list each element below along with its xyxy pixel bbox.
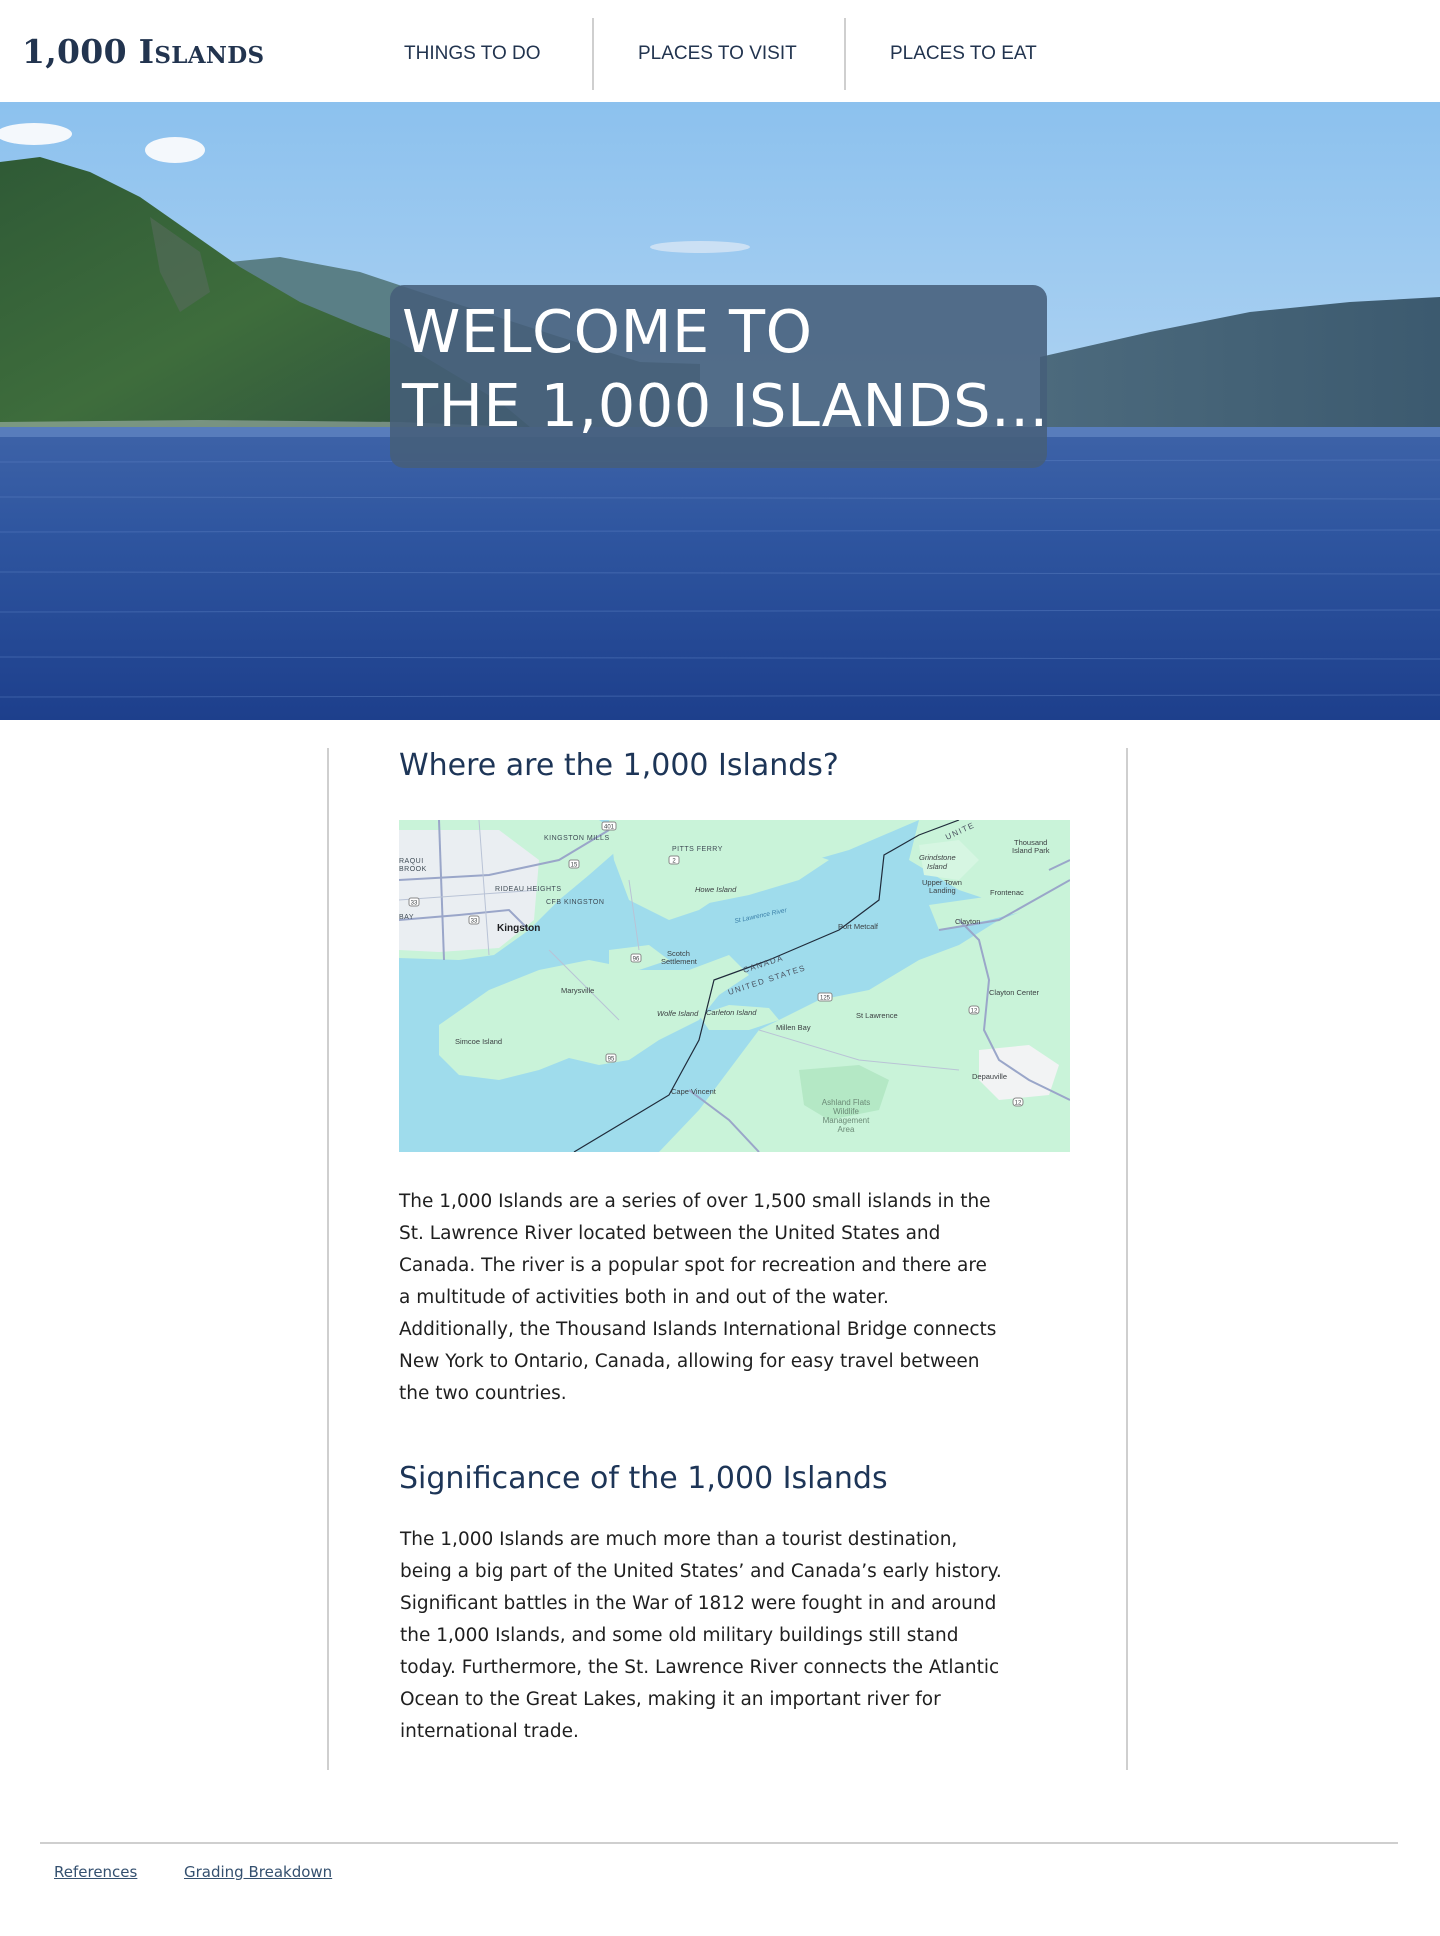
hero-welcome-box: WELCOME TO THE 1,000 ISLANDS... (390, 285, 1049, 468)
nav-places-to-eat[interactable]: PLACES TO EAT (890, 18, 1037, 90)
nav-places-to-visit[interactable]: PLACES TO VISIT (638, 18, 797, 90)
map-shield-33a: 33 (411, 901, 418, 907)
map-label-bay: BAY (399, 914, 414, 921)
hero-title-line-1: WELCOME TO (402, 297, 813, 366)
map-label-frontenac: Frontenac (990, 888, 1024, 897)
map-label-cape-vincent: Cape Vincent (671, 1087, 717, 1096)
nav-divider (844, 18, 846, 90)
map-label-pitts-ferry: PITTS FERRY (672, 846, 723, 853)
map-label-island-park: Island Park (1012, 846, 1050, 855)
map-label-upper-town-landing: Landing (929, 886, 956, 895)
map-label-rideau-heights: RIDEAU HEIGHTS (495, 886, 562, 893)
map-label-st-lawrence: St Lawrence (856, 1011, 898, 1020)
footer-link-references[interactable]: References (54, 1863, 137, 1881)
section-body-where: The 1,000 Islands are a series of over 1… (399, 1191, 997, 1404)
site-header: 1,000 Islands THINGS TO DO PLACES TO VIS… (0, 0, 1440, 102)
section-body-significance: The 1,000 Islands are much more than a t… (400, 1529, 1002, 1742)
map-label-carleton-island: Carleton Island (706, 1008, 757, 1017)
footer-link-grading-breakdown[interactable]: Grading Breakdown (184, 1863, 332, 1881)
map-shield-96: 96 (633, 957, 640, 963)
nav-divider (592, 18, 594, 90)
map-label-clayton: Clayton (955, 917, 980, 926)
location-map[interactable]: KINGSTON MILLS PITTS FERRY RAQUI BROOK R… (399, 820, 1070, 1152)
map-label-port-metcalf: Port Metcalf (838, 922, 879, 931)
map-label-grindstone: Grindstone (919, 853, 956, 862)
map-label-simcoe-island: Simcoe Island (455, 1037, 502, 1046)
nav-things-to-do[interactable]: THINGS TO DO (404, 18, 541, 90)
logo-number: 1,000 (22, 32, 139, 71)
map-label-area: Area (838, 1125, 855, 1134)
map-label-raqui: RAQUI (399, 858, 424, 865)
map-label-brook: BROOK (399, 866, 427, 873)
map-label-grindstone-island: Island (927, 862, 948, 871)
map-image: KINGSTON MILLS PITTS FERRY RAQUI BROOK R… (399, 820, 1070, 1152)
map-shield-33b: 33 (471, 919, 478, 925)
map-label-clayton-center: Clayton Center (989, 988, 1040, 997)
map-label-wildlife: Wildlife (833, 1107, 859, 1116)
map-label-millen-bay: Millen Bay (776, 1023, 811, 1032)
site-logo[interactable]: 1,000 Islands (22, 32, 264, 71)
footer-divider (40, 1842, 1398, 1844)
hero-banner: WELCOME TO THE 1,000 ISLANDS... (0, 102, 1440, 720)
map-shield-15: 15 (571, 863, 578, 869)
map-shield-95: 95 (608, 1057, 615, 1063)
section-title-significance: Significance of the 1,000 Islands (399, 1461, 888, 1496)
map-shield-12b: 12 (1015, 1101, 1022, 1107)
map-shield-12a: 12 (971, 1009, 978, 1015)
map-label-management: Management (823, 1116, 870, 1125)
map-label-settlement: Settlement (661, 957, 698, 966)
map-shield-125: 125 (820, 996, 831, 1002)
map-label-kingston: Kingston (497, 923, 540, 934)
section-title-where: Where are the 1,000 Islands? (399, 748, 839, 783)
map-label-depauville: Depauville (972, 1072, 1007, 1081)
hero-title-line-2: THE 1,000 ISLANDS... (402, 371, 1049, 440)
map-label-howe-island: Howe Island (695, 885, 737, 894)
map-label-cfb-kingston: CFB KINGSTON (546, 899, 604, 906)
logo-word: Islands (138, 32, 265, 71)
map-label-marysville: Marysville (561, 986, 594, 995)
map-label-kingston-mills: KINGSTON MILLS (544, 835, 610, 842)
map-label-ashland: Ashland Flats (822, 1098, 870, 1107)
map-shield-401: 401 (604, 825, 615, 831)
map-label-wolfe-island: Wolfe Island (657, 1009, 699, 1018)
